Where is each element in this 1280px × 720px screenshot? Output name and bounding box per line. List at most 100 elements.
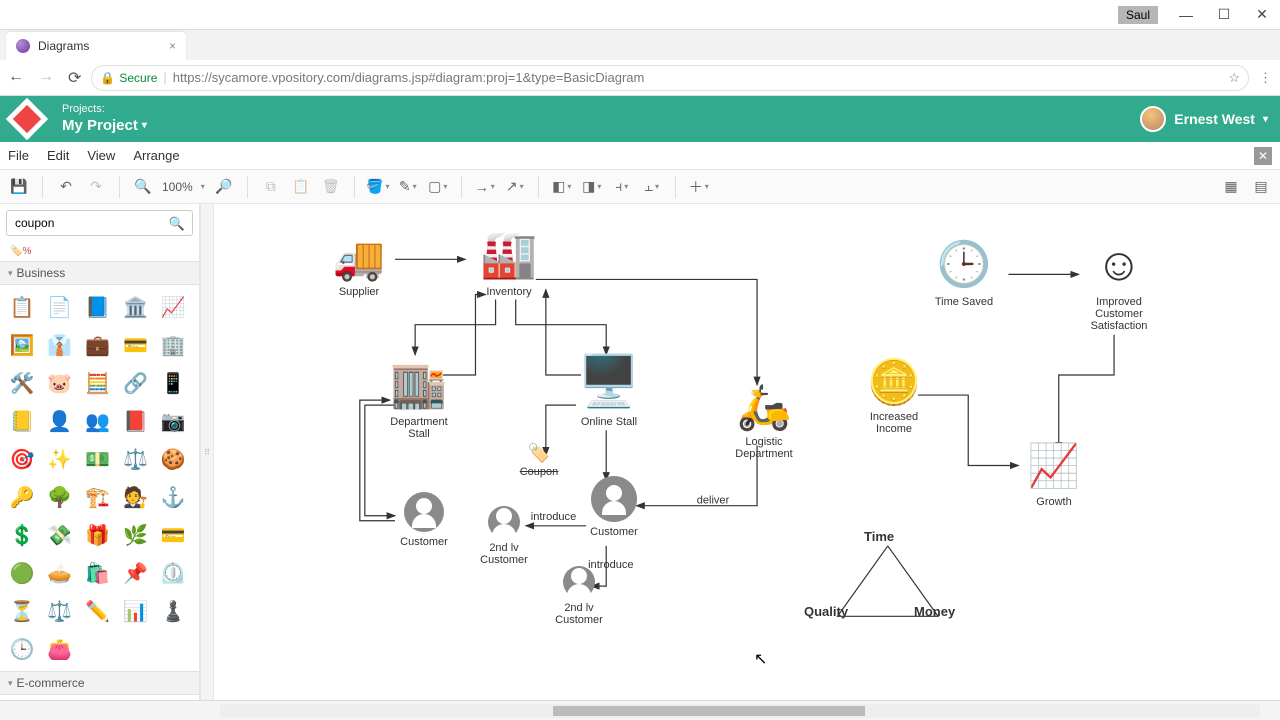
shape-item[interactable]: ⚖️ (121, 445, 149, 473)
shape-item[interactable]: 📱 (159, 369, 187, 397)
delete-button[interactable]: 🗑 (320, 176, 342, 198)
shape-item[interactable]: 💳 (121, 331, 149, 359)
shape-item[interactable]: 👔 (46, 331, 74, 359)
shape-item[interactable]: 💳 (159, 521, 187, 549)
tab-close-icon[interactable]: × (169, 39, 176, 53)
shape-item[interactable]: 🏗️ (84, 483, 112, 511)
reload-button[interactable]: ⟳ (68, 68, 81, 88)
bookmark-icon[interactable]: ☆ (1228, 70, 1240, 86)
shape-item[interactable]: 🐷 (46, 369, 74, 397)
node-inventory[interactable]: 🏭 Inventory (464, 224, 554, 298)
category-business[interactable]: Business (0, 261, 199, 285)
search-icon[interactable]: 🔍 (169, 216, 185, 232)
shape-item[interactable]: 🕒 (8, 635, 36, 663)
shape-item[interactable]: 🍪 (159, 445, 187, 473)
menu-arrange[interactable]: Arrange (133, 148, 179, 163)
node-improved[interactable]: ☺ Improved Customer Satisfaction (1069, 234, 1169, 332)
shape-item[interactable]: ⚓ (159, 483, 187, 511)
shape-item[interactable]: ⚖️ (46, 597, 74, 625)
distribute-button[interactable]: ⫠ (641, 176, 663, 198)
diagram-canvas[interactable]: introduce introduce deliver 🚚 Supplie (214, 204, 1280, 700)
shape-item[interactable]: 🧮 (84, 369, 112, 397)
shape-item[interactable]: 📈 (159, 293, 187, 321)
node-logistic[interactable]: 🛵 Logistic Department (714, 379, 814, 460)
outline-panel-button[interactable]: ▤ (1250, 176, 1272, 198)
node-income[interactable]: 🪙 Increased Income (844, 354, 944, 435)
shape-item[interactable]: 💵 (84, 445, 112, 473)
node-second-lv-1[interactable]: 2nd lv Customer (469, 504, 539, 566)
shape-item[interactable]: 🧑‍⚖️ (121, 483, 149, 511)
category-ecommerce[interactable]: E-commerce (0, 671, 199, 695)
url-field[interactable]: 🔒 Secure | https://sycamore.vpository.co… (91, 65, 1249, 91)
shape-item[interactable]: 📘 (84, 293, 112, 321)
connector-style-button[interactable]: → (474, 176, 496, 198)
to-back-button[interactable]: ◨ (581, 176, 603, 198)
shape-item[interactable]: ✨ (46, 445, 74, 473)
shape-item[interactable]: 💲 (8, 521, 36, 549)
shape-item[interactable]: 🔑 (8, 483, 36, 511)
shape-item[interactable]: 💸 (46, 521, 74, 549)
shape-item[interactable]: 🎁 (84, 521, 112, 549)
to-front-button[interactable]: ◧ (551, 176, 573, 198)
node-coupon[interactable]: 🏷️ Coupon (504, 442, 574, 478)
waypoints-button[interactable]: ↗ (504, 176, 526, 198)
node-growth[interactable]: 📈 Growth (1009, 439, 1099, 508)
node-time-saved[interactable]: 🕒 Time Saved (914, 234, 1014, 308)
minimize-button[interactable]: — (1176, 7, 1196, 23)
copy-button[interactable]: ⧉ (260, 176, 282, 198)
node-customer-1[interactable]: Customer (389, 489, 459, 548)
shape-item[interactable]: 🥧 (46, 559, 74, 587)
shape-item[interactable]: 🏛️ (121, 293, 149, 321)
shape-item[interactable]: 📊 (121, 597, 149, 625)
search-result-tag[interactable]: 🏷️% (0, 242, 199, 261)
zoom-in-button[interactable]: 🔎 (213, 176, 235, 198)
shape-search-input[interactable] (6, 210, 193, 236)
add-button[interactable]: ＋ (688, 176, 710, 198)
menu-view[interactable]: View (87, 148, 115, 163)
shape-item[interactable]: 👥 (84, 407, 112, 435)
browser-tab[interactable]: Diagrams × (6, 32, 186, 60)
node-dept-stall[interactable]: 🏬 Department Stall (374, 354, 464, 440)
save-button[interactable]: 💾 (8, 176, 30, 198)
shape-item[interactable]: ⏳ (8, 597, 36, 625)
browser-menu-icon[interactable]: ⋮ (1259, 70, 1272, 86)
shape-item[interactable]: 📄 (46, 293, 74, 321)
shape-item[interactable]: 🎯 (8, 445, 36, 473)
shape-item[interactable]: ⏲️ (159, 559, 187, 587)
line-color-button[interactable]: ✎ (397, 176, 419, 198)
close-window-button[interactable]: ✕ (1252, 6, 1272, 23)
shape-item[interactable]: 🛍️ (84, 559, 112, 587)
shape-item[interactable]: 📷 (159, 407, 187, 435)
back-button[interactable]: ← (8, 68, 24, 88)
shape-item[interactable]: 📋 (8, 293, 36, 321)
fill-color-button[interactable]: 🪣 (367, 176, 389, 198)
node-customer-2[interactable]: Customer (579, 474, 649, 538)
shape-item[interactable]: 🌳 (46, 483, 74, 511)
align-button[interactable]: ⫞ (611, 176, 633, 198)
zoom-level[interactable]: 100% (162, 180, 193, 194)
shape-item[interactable]: 💼 (84, 331, 112, 359)
zoom-out-button[interactable]: 🔍 (132, 176, 154, 198)
shape-item[interactable]: 🛠️ (8, 369, 36, 397)
close-panel-button[interactable]: ✕ (1254, 147, 1272, 165)
shape-item[interactable]: 👛 (46, 635, 74, 663)
shape-item[interactable]: ✏️ (84, 597, 112, 625)
horizontal-scrollbar[interactable] (220, 704, 1260, 718)
shape-item[interactable]: 📌 (121, 559, 149, 587)
format-panel-button[interactable]: ▦ (1220, 176, 1242, 198)
shape-item[interactable]: 🔗 (121, 369, 149, 397)
redo-button[interactable]: ↷ (85, 176, 107, 198)
forward-button[interactable]: → (38, 68, 54, 88)
shape-item[interactable]: 🌿 (121, 521, 149, 549)
menu-file[interactable]: File (8, 148, 29, 163)
user-menu[interactable]: Ernest West ▾ (1140, 106, 1268, 132)
shape-item[interactable]: 🟢 (8, 559, 36, 587)
shape-item[interactable]: ♟️ (159, 597, 187, 625)
shape-item[interactable]: 📕 (121, 407, 149, 435)
shape-item[interactable]: 🏢 (159, 331, 187, 359)
shape-item[interactable]: 👤 (46, 407, 74, 435)
sidebar-splitter[interactable]: ⠿ (200, 204, 214, 700)
node-second-lv-2[interactable]: 2nd lv Customer (544, 564, 614, 626)
menu-edit[interactable]: Edit (47, 148, 69, 163)
maximize-button[interactable]: ☐ (1214, 6, 1234, 23)
